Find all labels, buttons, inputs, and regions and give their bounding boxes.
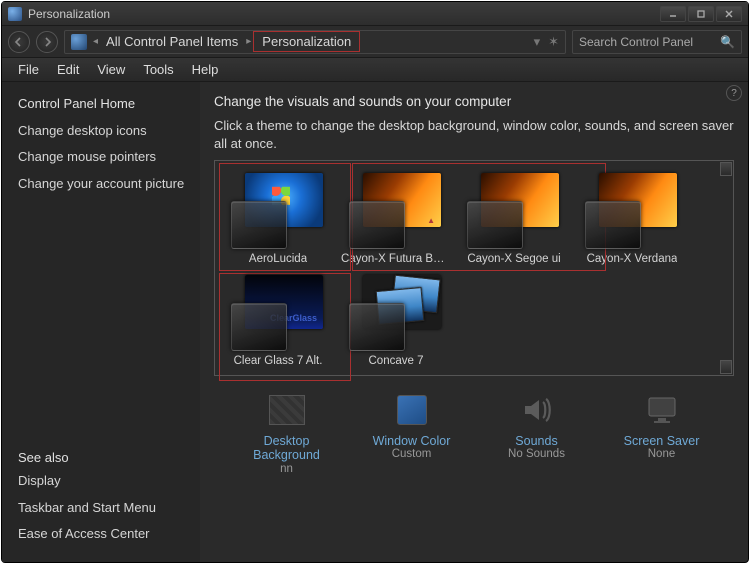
ctrl-label: Window Color <box>373 434 451 448</box>
sounds-icon <box>517 390 557 430</box>
window-preview <box>585 201 641 249</box>
ctrl-label: Sounds <box>515 434 557 448</box>
theme-scrollbar[interactable] <box>720 162 732 374</box>
breadcrumb-personalization[interactable]: Personalization <box>253 31 360 52</box>
menu-file[interactable]: File <box>10 60 47 79</box>
sidebar-link-display[interactable]: Display <box>18 473 188 489</box>
menu-help[interactable]: Help <box>184 60 227 79</box>
menu-edit[interactable]: Edit <box>49 60 87 79</box>
ctrl-label: Screen Saver <box>624 434 700 448</box>
ctrl-sub: None <box>648 448 676 460</box>
forward-button[interactable] <box>36 31 58 53</box>
theme-cayonx-segoe[interactable]: Cayon-X Segoe ui <box>455 167 573 269</box>
theme-label: AeroLucida <box>249 253 307 265</box>
address-row: ◂ All Control Panel Items ▸ Personalizat… <box>2 26 748 58</box>
content: ? Change the visuals and sounds on your … <box>200 82 748 562</box>
theme-label: Clear Glass 7 Alt. <box>234 355 323 367</box>
ctrl-sub: nn <box>280 463 293 475</box>
history-dropdown-icon[interactable]: ▾ <box>534 34 541 50</box>
theme-thumb: ▲ <box>347 171 445 251</box>
sidebar-link-mouse-pointers[interactable]: Change mouse pointers <box>18 149 188 165</box>
search-placeholder: Search Control Panel <box>579 35 720 49</box>
search-input[interactable]: Search Control Panel 🔍 <box>572 30 742 54</box>
control-panel-icon <box>71 34 87 50</box>
theme-thumb <box>583 171 681 251</box>
window-preview <box>467 201 523 249</box>
breadcrumb-all-items[interactable]: All Control Panel Items <box>100 34 244 49</box>
sounds-button[interactable]: Sounds No Sounds <box>483 390 591 475</box>
theme-thumb <box>229 171 327 251</box>
menu-view[interactable]: View <box>89 60 133 79</box>
theme-cayonx-verdana[interactable]: Cayon-X Verdana <box>573 167 691 269</box>
window-preview <box>231 303 287 351</box>
window-preview <box>349 303 405 351</box>
content-description: Click a theme to change the desktop back… <box>214 117 734 152</box>
breadcrumb-bar[interactable]: ◂ All Control Panel Items ▸ Personalizat… <box>64 30 566 54</box>
theme-thumb <box>347 273 445 353</box>
theme-thumb: ClearGlass <box>229 273 327 353</box>
scroll-up-button[interactable] <box>720 162 732 176</box>
theme-label: Cayon-X Segoe ui <box>467 253 560 265</box>
window-title: Personalization <box>28 7 110 21</box>
window-preview <box>349 201 405 249</box>
theme-label: Cayon-X Verdana <box>587 253 678 265</box>
screen-saver-button[interactable]: Screen Saver None <box>608 390 716 475</box>
maximize-button[interactable] <box>688 6 714 22</box>
refresh-icon[interactable]: ✶ <box>548 34 559 50</box>
theme-cayonx-futura[interactable]: ▲ Cayon-X Futura BK BT <box>337 167 455 269</box>
theme-concave-7[interactable]: Concave 7 <box>337 269 455 371</box>
back-button[interactable] <box>8 31 30 53</box>
theme-label: Concave 7 <box>369 355 424 367</box>
desktop-background-icon <box>267 390 307 430</box>
sidebar-home-link[interactable]: Control Panel Home <box>18 96 188 111</box>
theme-logo: ▲ <box>427 216 435 225</box>
theme-thumb <box>465 171 563 251</box>
ctrl-sub: Custom <box>392 448 432 460</box>
ctrl-label: Desktop Background <box>233 434 341 463</box>
content-heading: Change the visuals and sounds on your co… <box>214 94 734 109</box>
desktop-background-button[interactable]: Desktop Background nn <box>233 390 341 475</box>
theme-gallery: AeroLucida ▲ Cayon-X Futura BK BT <box>214 160 734 376</box>
theme-clear-glass-7[interactable]: ClearGlass Clear Glass 7 Alt. <box>219 269 337 371</box>
sidebar-link-taskbar[interactable]: Taskbar and Start Menu <box>18 500 188 516</box>
window-color-icon <box>392 390 432 430</box>
app-icon <box>8 7 22 21</box>
close-button[interactable] <box>716 6 742 22</box>
sidebar-link-ease[interactable]: Ease of Access Center <box>18 526 188 542</box>
theme-controls-row: Desktop Background nn Window Color Custo… <box>214 386 734 475</box>
help-icon[interactable]: ? <box>726 85 742 101</box>
sidebar-see-also-label: See also <box>18 450 188 465</box>
minimize-button[interactable] <box>660 6 686 22</box>
screen-saver-icon <box>642 390 682 430</box>
sidebar-link-desktop-icons[interactable]: Change desktop icons <box>18 123 188 139</box>
sidebar: Control Panel Home Change desktop icons … <box>2 82 200 562</box>
window-color-button[interactable]: Window Color Custom <box>358 390 466 475</box>
window-preview <box>231 201 287 249</box>
search-icon: 🔍 <box>720 35 735 49</box>
theme-label: Cayon-X Futura BK BT <box>341 253 451 265</box>
sidebar-link-account-picture[interactable]: Change your account picture <box>18 176 188 192</box>
theme-aerolucida[interactable]: AeroLucida <box>219 167 337 269</box>
chevron-right-icon: ▸ <box>244 36 253 47</box>
chevron-left-icon: ◂ <box>91 36 100 47</box>
scroll-down-button[interactable] <box>720 360 732 374</box>
ctrl-sub: No Sounds <box>508 448 565 460</box>
titlebar: Personalization <box>2 2 748 26</box>
menu-tools[interactable]: Tools <box>135 60 181 79</box>
menubar: File Edit View Tools Help <box>2 58 748 82</box>
personalization-window: Personalization ◂ All Control Panel Item… <box>1 1 749 563</box>
